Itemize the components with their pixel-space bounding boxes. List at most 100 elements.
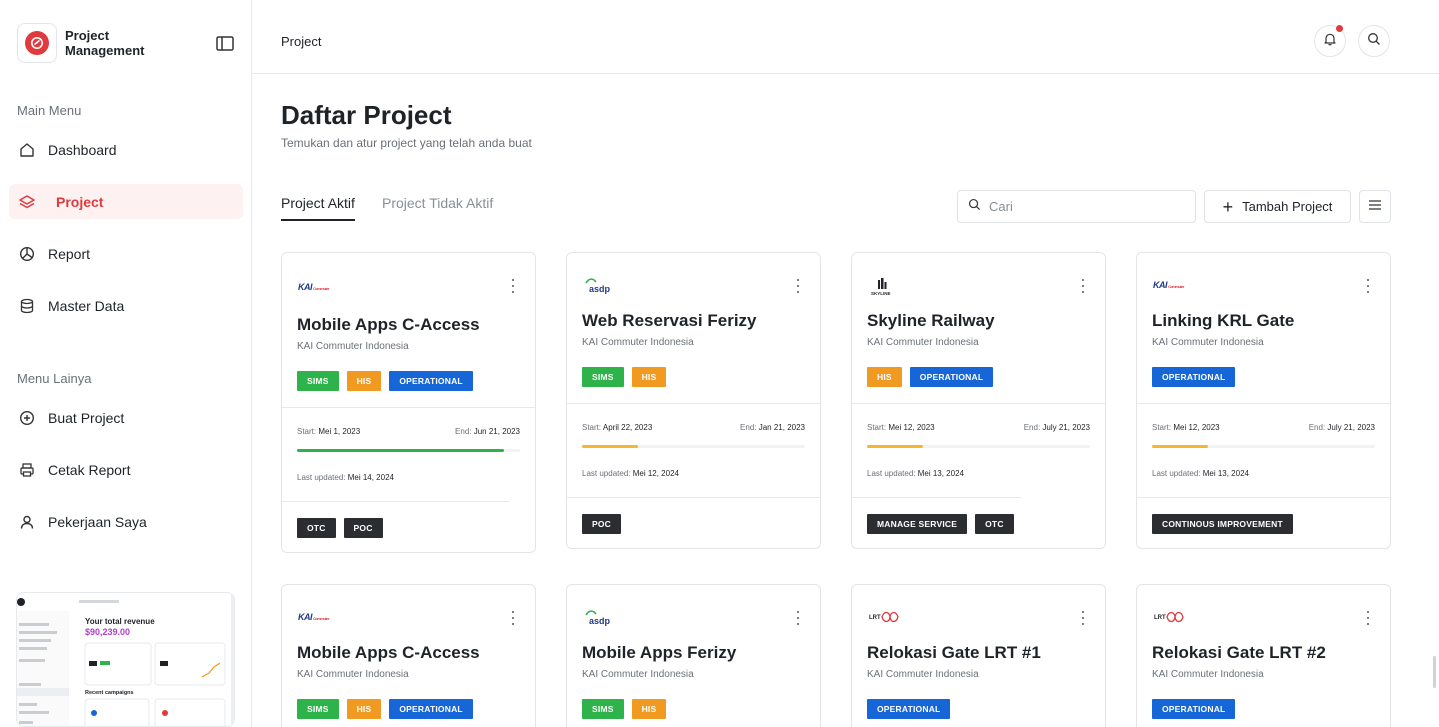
tab-project-aktif[interactable]: Project Aktif [281, 195, 355, 221]
project-title: Relokasi Gate LRT #1 [867, 643, 1041, 662]
breadcrumb: Project [281, 34, 322, 49]
project-client: KAI Commuter Indonesia [582, 337, 694, 348]
more-options-icon[interactable] [1079, 611, 1087, 625]
sidebar-item-pekerjaan-saya[interactable]: Pekerjaan Saya [9, 504, 243, 539]
tag-operational: OPERATIONAL [909, 367, 994, 387]
tag-his: HIS [867, 367, 902, 387]
client-logo-skyline: SKYLINE [868, 277, 896, 297]
tag-otc: OTC [975, 514, 1014, 534]
promo-amount: $90,239.00 [85, 627, 130, 637]
plus-icon: + [1222, 196, 1234, 217]
add-project-button[interactable]: + Tambah Project [1204, 190, 1351, 223]
more-options-icon[interactable] [1364, 279, 1372, 293]
sidebar-item-cetak-report[interactable]: Cetak Report [9, 452, 243, 487]
bell-icon [1323, 32, 1337, 51]
progress-bar [1152, 445, 1375, 448]
project-card[interactable]: LRT Relokasi Gate LRT #2 KAI Commuter In… [1136, 584, 1391, 727]
sidebar-item-buat-project[interactable]: Buat Project [9, 400, 243, 435]
project-card[interactable]: asdp Web Reservasi Ferizy KAI Commuter I… [566, 252, 821, 549]
project-card[interactable]: KAICommuter Linking KRL Gate KAI Commute… [1136, 252, 1391, 549]
tag-his: HIS [631, 699, 667, 719]
tag-sims: SIMS [582, 699, 624, 719]
brand[interactable]: Project Management [17, 23, 155, 63]
sidebar-item-label: Project [56, 193, 104, 210]
end-date: Jan 21, 2023 [758, 423, 805, 432]
notification-dot [1336, 25, 1343, 32]
project-tags: SIMS HIS [582, 699, 667, 719]
tag-poc: POC [343, 518, 383, 538]
search-box[interactable] [957, 190, 1196, 223]
tag-sims: SIMS [297, 699, 339, 719]
sidebar-item-dashboard[interactable]: Dashboard [9, 132, 243, 167]
brand-logo [17, 23, 57, 63]
project-title: Linking KRL Gate [1152, 311, 1295, 330]
project-tags: SIMS HIS [582, 367, 667, 387]
svg-text:asdp: asdp [589, 284, 611, 294]
client-logo-kai: KAICommuter [298, 612, 330, 622]
sidebar-item-report[interactable]: Report [9, 236, 243, 271]
menu-section-main: Main Menu [17, 103, 82, 118]
more-options-icon[interactable] [509, 611, 517, 625]
project-card[interactable]: SKYLINE Skyline Railway KAI Commuter Ind… [851, 252, 1106, 549]
plus-circle-icon [18, 409, 36, 427]
sidebar-item-project[interactable]: Project [9, 184, 243, 219]
view-menu-button[interactable] [1359, 190, 1391, 223]
last-updated: Last updated: Mei 13, 2024 [1152, 469, 1249, 478]
client-logo-kai: KAICommuter [1153, 280, 1185, 290]
tab-project-tidak-aktif[interactable]: Project Tidak Aktif [382, 195, 493, 219]
end-date: July 21, 2023 [1042, 423, 1090, 432]
tag-sims: SIMS [297, 371, 339, 391]
client-logo-kai: KAICommuter [298, 282, 330, 292]
database-icon [18, 297, 36, 315]
start-date: Mei 12, 2023 [1173, 423, 1220, 432]
client-logo-asdp: asdp [583, 607, 613, 627]
progress-fill [297, 449, 505, 452]
project-tags: OPERATIONAL [1152, 367, 1236, 387]
page-scrollbar[interactable] [1433, 656, 1436, 688]
project-card[interactable]: asdp Mobile Apps Ferizy KAI Commuter Ind… [566, 584, 821, 727]
project-dates: Start: Mei 1, 2023 End: Jun 21, 2023 [297, 427, 520, 436]
more-options-icon[interactable] [794, 279, 802, 293]
last-updated: Last updated: Mei 12, 2024 [582, 469, 679, 478]
topbar: Project [252, 0, 1439, 74]
project-dates: Start: Mei 12, 2023 End: July 21, 2023 [1152, 423, 1375, 432]
tag-his: HIS [631, 367, 667, 387]
add-project-label: Tambah Project [1242, 199, 1333, 214]
sidebar-item-master-data[interactable]: Master Data [9, 288, 243, 323]
more-options-icon[interactable] [1079, 279, 1087, 293]
promo-headline: Your total revenue [85, 617, 155, 626]
project-card[interactable]: KAICommuter Mobile Apps C-Access KAI Com… [281, 584, 536, 727]
project-title: Skyline Railway [867, 311, 995, 330]
start-date: Mei 1, 2023 [318, 427, 361, 436]
client-logo-lrt: LRT [1153, 607, 1185, 627]
project-card[interactable]: KAICommuter Mobile Apps C-Access KAI Com… [281, 252, 536, 553]
sidebar-toggle-icon[interactable] [215, 35, 235, 53]
more-options-icon[interactable] [794, 611, 802, 625]
progress-fill [1152, 445, 1208, 448]
progress-bar [582, 445, 805, 448]
search-icon [1367, 32, 1381, 51]
tag-operational: OPERATIONAL [389, 699, 473, 719]
svg-text:asdp: asdp [589, 616, 611, 626]
project-tags: HIS OPERATIONAL [867, 367, 994, 387]
project-client: KAI Commuter Indonesia [1152, 337, 1264, 348]
tag-manage-service: MANAGE SERVICE [867, 514, 968, 534]
more-options-icon[interactable] [1364, 611, 1372, 625]
svg-text:SKYLINE: SKYLINE [871, 291, 891, 296]
project-tags: OPERATIONAL [1152, 699, 1236, 719]
sidebar-item-label: Pekerjaan Saya [48, 513, 147, 530]
search-input[interactable] [989, 199, 1179, 214]
project-title: Web Reservasi Ferizy [582, 311, 757, 330]
promo-preview-image[interactable]: Your total revenue $90,239.00 Recent cam… [16, 592, 235, 727]
project-client: KAI Commuter Indonesia [1152, 669, 1264, 680]
brand-name: Project Management [65, 28, 145, 58]
page-subtitle: Temukan dan atur project yang telah anda… [281, 136, 532, 150]
start-date: Mei 12, 2023 [888, 423, 935, 432]
project-card[interactable]: LRT Relokasi Gate LRT #1 KAI Commuter In… [851, 584, 1106, 727]
search-button[interactable] [1358, 25, 1390, 57]
more-options-icon[interactable] [509, 279, 517, 293]
notification-button[interactable] [1314, 25, 1346, 57]
promo-recent: Recent campaigns [85, 690, 134, 696]
project-category-tags: MANAGE SERVICE OTC [867, 514, 1014, 534]
project-client: KAI Commuter Indonesia [867, 669, 979, 680]
